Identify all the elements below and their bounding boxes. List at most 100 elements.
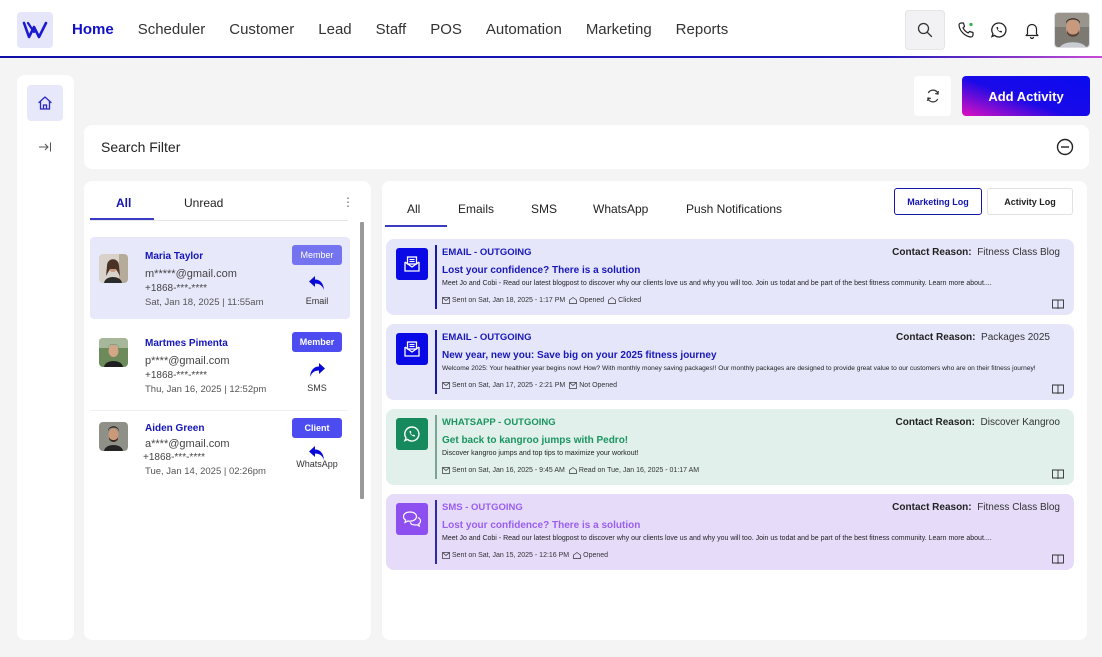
contact-badge: Member: [292, 332, 342, 352]
refresh-button[interactable]: [914, 76, 951, 116]
activity-log-button[interactable]: Activity Log: [987, 188, 1073, 215]
rail-home-button[interactable]: [27, 85, 63, 121]
status-opened: Opened: [583, 552, 609, 559]
status-read: Read on Tue, Jan 16, 2025 - 01:17 AM: [578, 467, 700, 474]
opened-icon: [569, 297, 578, 304]
activity-tab-sms[interactable]: SMS: [531, 202, 557, 216]
contact-email: p****@gmail.com: [145, 355, 230, 367]
activity-card[interactable]: SMS - OUTGOING Lost your confidence? The…: [386, 494, 1074, 570]
activity-card[interactable]: EMAIL - OUTGOING New year, new you: Save…: [386, 324, 1074, 400]
clicked-icon: [608, 297, 617, 304]
list-tab-unread[interactable]: Unread: [184, 196, 223, 210]
activity-meta: Sent on Sat, Jan 15, 2025 - 12:16 PM Ope…: [442, 552, 608, 559]
sent-timestamp: Sent on Sat, Jan 16, 2025 - 9:45 AM: [452, 467, 565, 474]
rail-expand-button[interactable]: [35, 137, 55, 157]
envelope-icon: [442, 297, 450, 304]
nav-pos[interactable]: POS: [430, 21, 462, 38]
activity-tab-all[interactable]: All: [407, 202, 420, 216]
contact-item[interactable]: Maria Taylor m*****@gmail.com +1868-***-…: [90, 237, 350, 319]
list-tab-all[interactable]: All: [116, 196, 131, 210]
phone-button[interactable]: [953, 17, 979, 43]
activity-subject: New year, new you: Save big on your 2025…: [442, 350, 717, 361]
book-open-icon[interactable]: [1052, 384, 1064, 394]
contact-item[interactable]: Aiden Green a****@gmail.com +1868-***-**…: [90, 411, 350, 493]
app-logo[interactable]: [17, 12, 53, 48]
nav-automation[interactable]: Automation: [486, 21, 562, 38]
envelope-icon: [442, 467, 450, 474]
sent-timestamp: Sent on Sat, Jan 18, 2025 - 1:17 PM: [452, 297, 566, 304]
chat-bubbles-icon: [402, 511, 422, 528]
activity-tab-emails[interactable]: Emails: [458, 202, 494, 216]
marketing-log-button[interactable]: Marketing Log: [894, 188, 982, 215]
contact-avatar: [99, 254, 128, 283]
side-rail: [17, 75, 74, 640]
nav-customer[interactable]: Customer: [229, 21, 294, 38]
book-open-icon[interactable]: [1052, 469, 1064, 479]
activity-tab-push[interactable]: Push Notifications: [686, 202, 782, 216]
whatsapp-icon: [990, 22, 1007, 38]
nav-lead[interactable]: Lead: [318, 21, 351, 38]
contact-item[interactable]: Martmes Pimenta p****@gmail.com +1868-**…: [90, 324, 350, 406]
contact-phone: +1868-***-****: [143, 452, 205, 463]
whatsapp-icon: [403, 426, 420, 442]
read-icon: [569, 467, 577, 474]
contact-name: Maria Taylor: [145, 251, 204, 262]
online-dot: [969, 22, 973, 27]
activity-subject: Get back to kangroo jumps with Pedro!: [442, 435, 629, 446]
card-accent-bar: [435, 415, 437, 479]
bell-icon: [1025, 23, 1039, 39]
top-navigation-bar: Home Scheduler Customer Lead Staff POS A…: [0, 0, 1102, 58]
list-tabs: All Unread ⋮: [90, 181, 354, 221]
activity-type: EMAIL - OUTGOING: [442, 332, 532, 343]
activity-body: Meet Jo and Cobi - Read our latest blogp…: [442, 280, 992, 287]
activity-body: Meet Jo and Cobi - Read our latest blogp…: [442, 535, 992, 542]
contact-email: m*****@gmail.com: [145, 268, 237, 280]
contact-photo-icon: [99, 338, 128, 367]
contact-name: Aiden Green: [145, 423, 205, 434]
activity-meta: Sent on Sat, Jan 16, 2025 - 9:45 AM Read…: [442, 467, 699, 474]
status-clicked: Clicked: [618, 297, 642, 304]
contact-reason-label: Contact Reason:: [895, 417, 975, 428]
nav-marketing[interactable]: Marketing: [586, 21, 652, 38]
book-open-icon[interactable]: [1052, 299, 1064, 309]
contact-email: a****@gmail.com: [145, 438, 230, 450]
email-channel-badge: [396, 248, 428, 280]
search-icon: [917, 22, 933, 38]
nav-staff[interactable]: Staff: [376, 21, 407, 38]
contact-avatar: [99, 338, 128, 367]
envelope-icon: [569, 382, 578, 389]
envelope-icon: [442, 552, 450, 559]
activity-subject: Lost your confidence? There is a solutio…: [442, 520, 641, 531]
collapse-minus-icon[interactable]: [1055, 137, 1075, 157]
list-scrollbar[interactable]: [360, 222, 364, 499]
nav-home[interactable]: Home: [72, 21, 114, 38]
nav-scheduler[interactable]: Scheduler: [138, 21, 206, 38]
opened-icon: [573, 552, 581, 559]
activity-subject: Lost your confidence? There is a solutio…: [442, 265, 641, 276]
activity-meta: Sent on Sat, Jan 17, 2025 - 2:21 PM Not …: [442, 382, 617, 389]
notifications-button[interactable]: [1019, 17, 1045, 43]
email-channel-badge: [396, 333, 428, 365]
activity-type: EMAIL - OUTGOING: [442, 247, 532, 258]
contact-date: Sat, Jan 18, 2025 | 11:55am: [145, 297, 264, 308]
more-options-icon[interactable]: ⋮: [342, 195, 354, 209]
user-avatar[interactable]: [1054, 12, 1090, 48]
contact-list-panel: All Unread ⋮ Maria Taylor m*****@gmail.c…: [84, 181, 371, 640]
sms-channel-badge: [396, 503, 428, 535]
contact-date: Tue, Jan 14, 2025 | 02:26pm: [145, 466, 266, 477]
activity-card[interactable]: WHATSAPP - OUTGOING Get back to kangroo …: [386, 409, 1074, 485]
activity-tab-whatsapp[interactable]: WhatsApp: [593, 202, 648, 216]
forward-icon: [310, 363, 325, 377]
add-activity-button[interactable]: Add Activity: [962, 76, 1090, 116]
search-button[interactable]: [905, 10, 945, 50]
book-open-icon[interactable]: [1052, 554, 1064, 564]
contact-badge: Client: [292, 418, 342, 438]
nav-reports[interactable]: Reports: [676, 21, 729, 38]
contact-phone: +1868-***-****: [145, 283, 207, 294]
whatsapp-button[interactable]: [986, 17, 1012, 43]
status-opened: Opened: [579, 297, 605, 304]
activity-card[interactable]: EMAIL - OUTGOING Lost your confidence? T…: [386, 239, 1074, 315]
sent-timestamp: Sent on Sat, Jan 15, 2025 - 12:16 PM: [452, 552, 570, 559]
contact-name: Martmes Pimenta: [145, 338, 228, 349]
activity-tabs: All Emails SMS WhatsApp Push Notificatio…: [385, 181, 805, 229]
